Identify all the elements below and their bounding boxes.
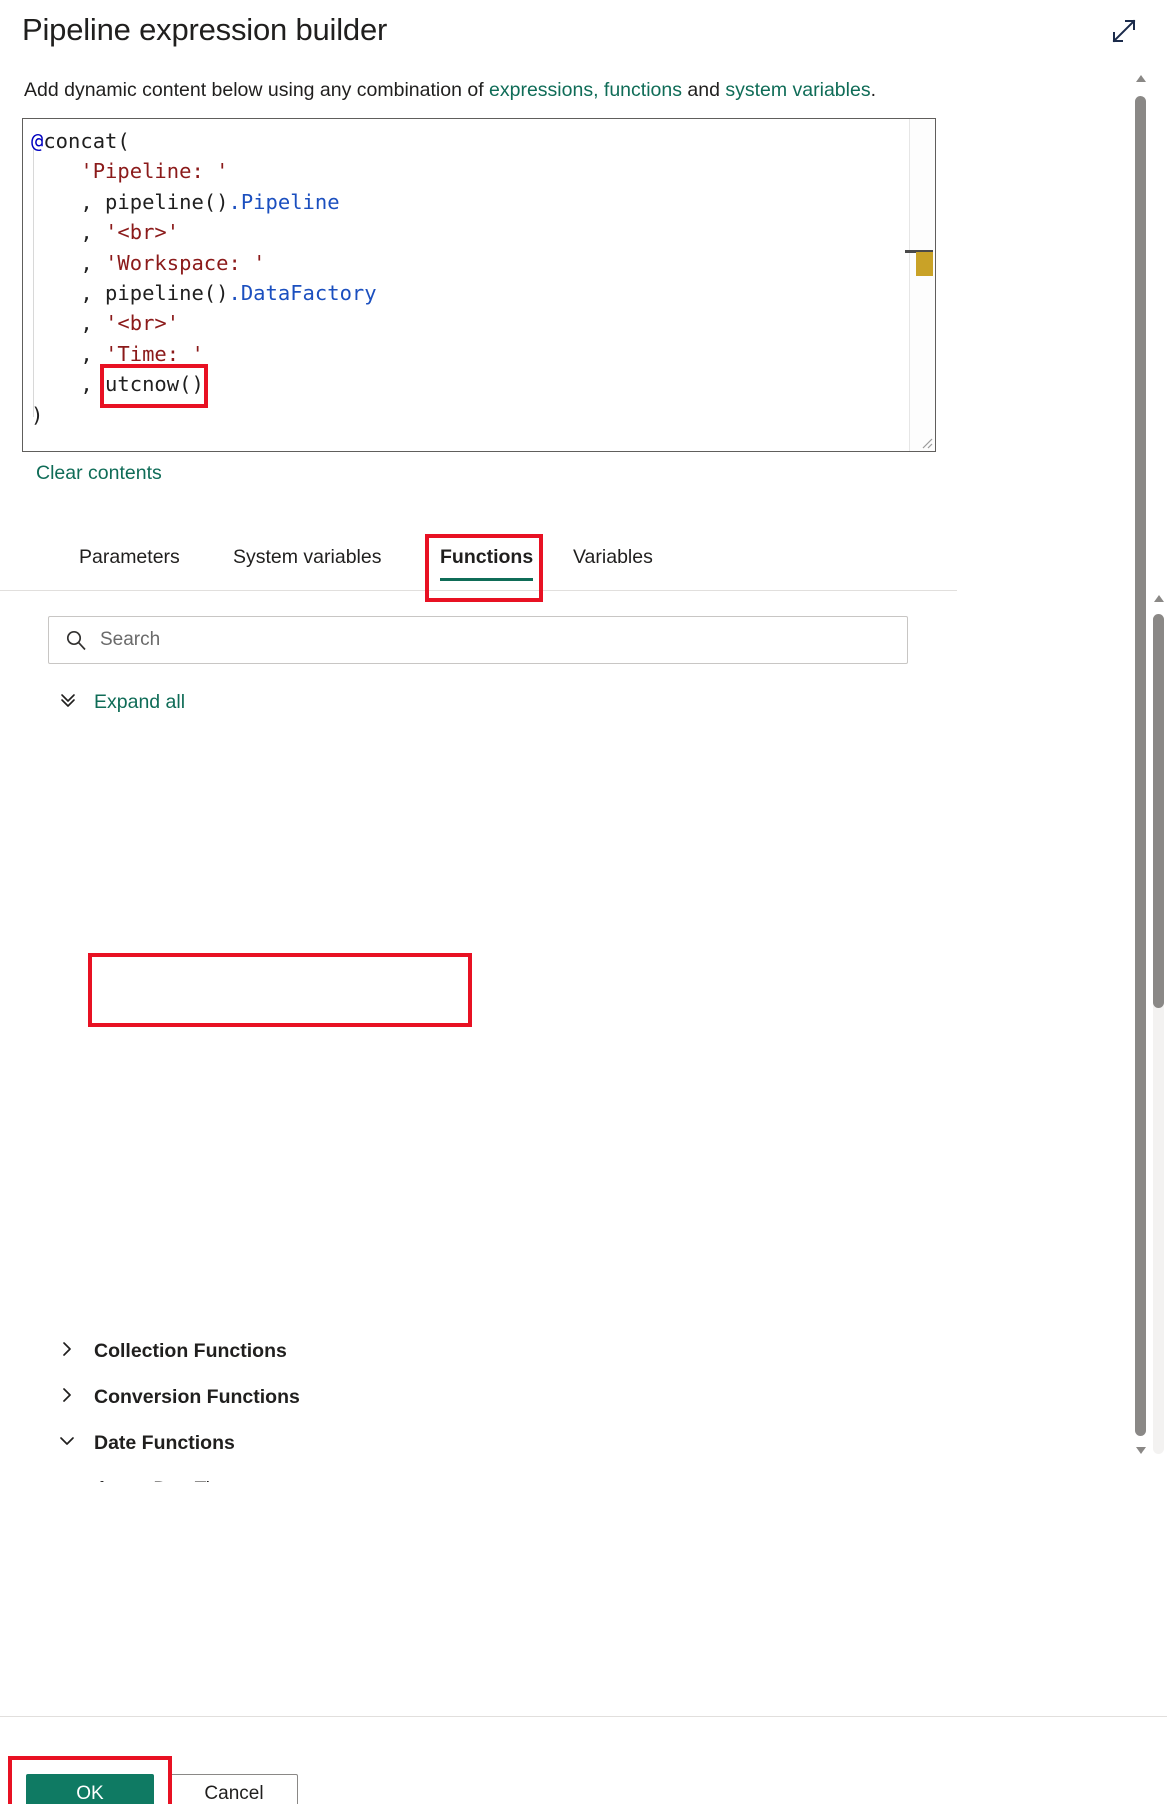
group-label: Conversion Functions: [94, 1385, 300, 1408]
clear-contents-link[interactable]: Clear contents: [36, 462, 162, 485]
functions-list-scrollbar[interactable]: [1151, 592, 1167, 1472]
expand-diagonal-icon[interactable]: [1103, 10, 1145, 52]
pipeline-expression-builder-dialog: Pipeline expression builder Add dynamic …: [0, 0, 1167, 1804]
function-name: formatDateTime: [98, 1476, 938, 1482]
page-title: Pipeline expression builder: [22, 12, 388, 47]
group-date-functions[interactable]: Date Functions: [58, 1420, 938, 1466]
editor-overview-warning-marker: [916, 252, 933, 276]
tab-bar-divider: [0, 590, 957, 591]
system-variables-link[interactable]: system variables: [725, 79, 870, 101]
chevron-right-icon: [58, 1386, 76, 1409]
dialog-header: Pipeline expression builder: [0, 0, 1167, 70]
dialog-scrollbar[interactable]: [1133, 72, 1149, 1462]
cancel-button[interactable]: Cancel: [170, 1774, 298, 1804]
dialog-subtitle: Add dynamic content below using any comb…: [24, 76, 984, 104]
subtitle-middle: and: [681, 79, 726, 101]
tab-bar: Parameters System variables Functions Va…: [0, 538, 957, 592]
footer-divider: [0, 1716, 1167, 1717]
editor-overview-ruler[interactable]: [905, 119, 935, 451]
expression-code-text[interactable]: @concat( 'Pipeline: ' , pipeline().Pipel…: [31, 126, 377, 430]
subtitle-suffix: .: [870, 79, 876, 101]
group-collection-functions[interactable]: Collection Functions: [58, 1328, 938, 1374]
tab-functions[interactable]: Functions: [436, 538, 537, 581]
subtitle-prefix: Add dynamic content below using any comb…: [24, 79, 490, 101]
group-conversion-functions[interactable]: Conversion Functions: [58, 1374, 938, 1420]
scrollbar-thumb[interactable]: [1135, 96, 1146, 1436]
tab-variables[interactable]: Variables: [569, 538, 657, 581]
chevron-down-icon: [58, 1432, 76, 1455]
scroll-down-icon[interactable]: [1134, 1443, 1148, 1462]
tab-system-variables[interactable]: System variables: [229, 538, 385, 581]
chevron-right-icon: [58, 1340, 76, 1363]
expression-code-editor[interactable]: @concat( 'Pipeline: ' , pipeline().Pipel…: [22, 118, 936, 452]
editor-resize-grip[interactable]: [919, 435, 933, 449]
tab-parameters[interactable]: Parameters: [75, 538, 184, 581]
group-label: Collection Functions: [94, 1339, 287, 1362]
expressions-link[interactable]: expressions,: [489, 79, 598, 101]
functions-tree: Collection Functions Conversion Function…: [58, 1328, 938, 1482]
functions-list-viewport: Collection Functions Conversion Function…: [0, 596, 957, 1482]
ok-button[interactable]: OK: [26, 1774, 154, 1804]
scroll-up-icon[interactable]: [1152, 592, 1166, 611]
group-label: Date Functions: [94, 1431, 235, 1454]
scroll-up-icon[interactable]: [1134, 72, 1148, 91]
scrollbar-thumb[interactable]: [1153, 614, 1164, 1008]
functions-link[interactable]: functions: [604, 79, 682, 101]
list-item[interactable]: formatDateTime Returns a string in date …: [58, 1466, 938, 1482]
